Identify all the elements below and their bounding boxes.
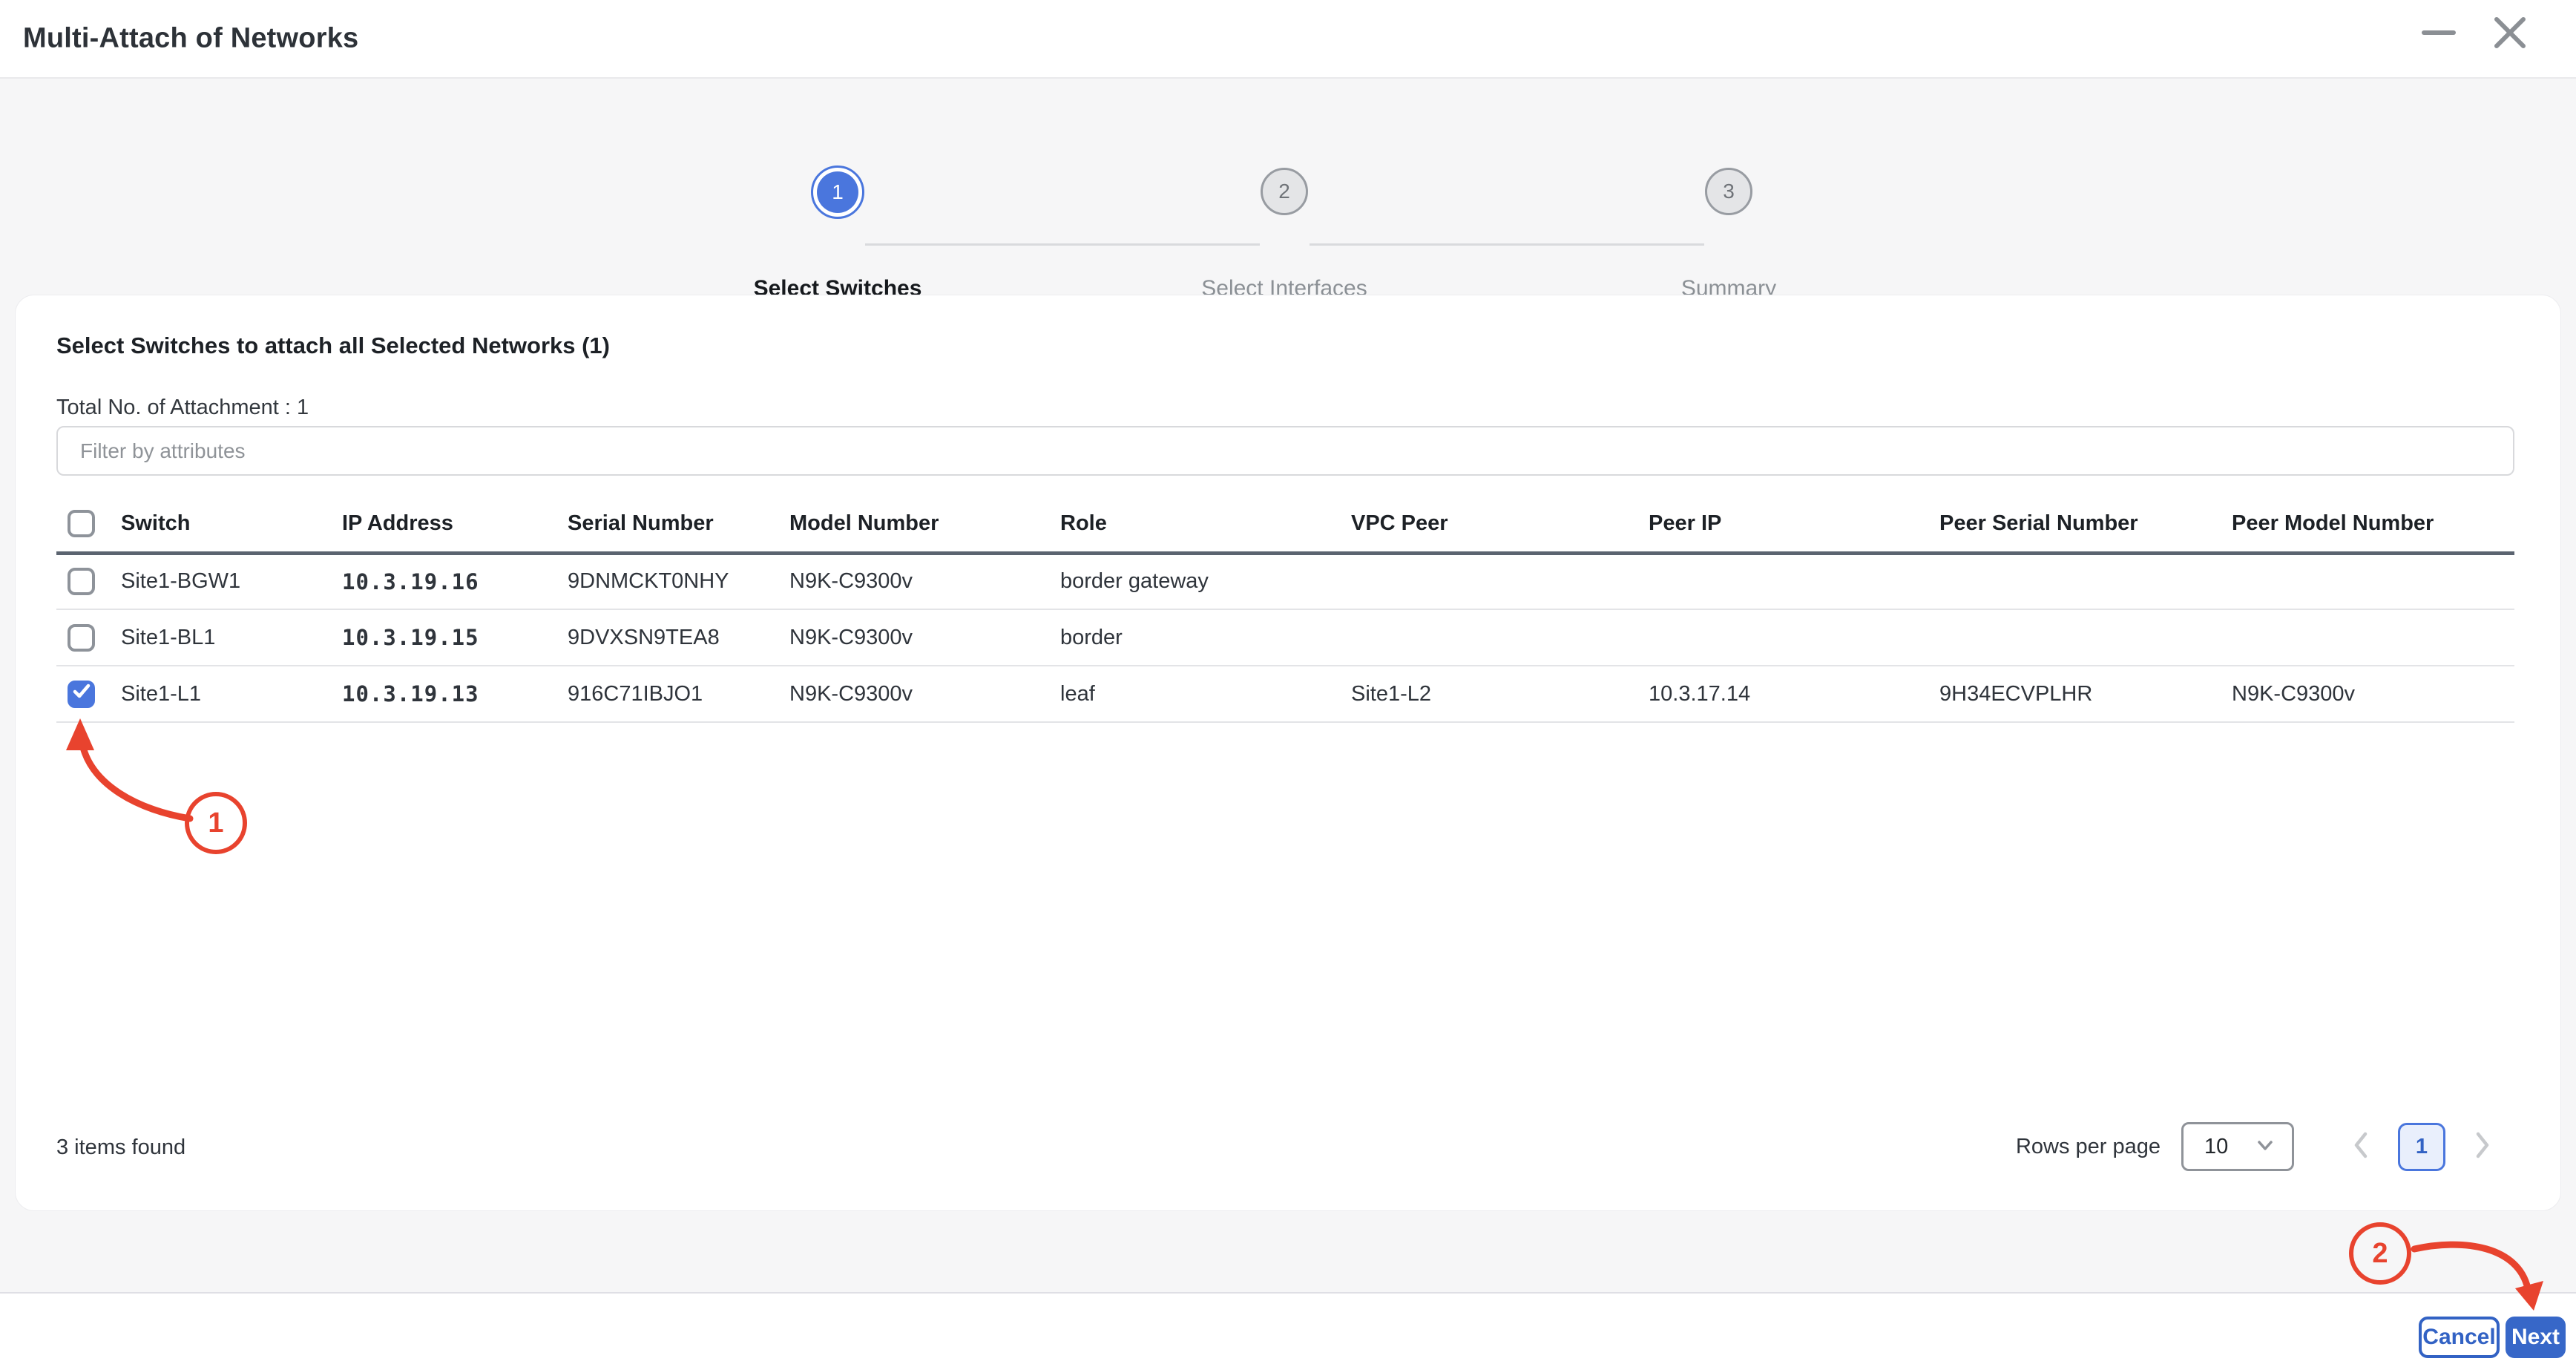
cell-switch: Site1-L1: [121, 666, 342, 722]
items-found-text: 3 items found: [56, 1135, 185, 1160]
cell-ip-address: 10.3.19.13: [342, 666, 568, 722]
chevron-down-icon: [2255, 1135, 2276, 1159]
col-peer-model-number: Peer Model Number: [2232, 496, 2514, 553]
row-checkbox[interactable]: [68, 624, 95, 652]
table-row-selected[interactable]: Site1-L1 10.3.19.13 916C71IBJO1 N9K-C930…: [56, 666, 2514, 722]
cell-model: N9K-C9300v: [789, 553, 1060, 609]
row-checkbox[interactable]: [68, 568, 95, 595]
previous-page-button[interactable]: [2346, 1128, 2376, 1165]
minimize-button[interactable]: [2415, 10, 2462, 58]
close-button[interactable]: [2486, 10, 2534, 58]
cell-role: border: [1060, 609, 1351, 666]
select-switches-panel: Select Switches to attach all Selected N…: [15, 295, 2561, 1211]
cell-peer-ip: [1649, 553, 1939, 609]
col-vpc-peer: VPC Peer: [1351, 496, 1649, 553]
rows-per-page-value: 10: [2204, 1135, 2228, 1159]
rows-per-page-label: Rows per page: [2016, 1135, 2161, 1159]
dialog-title: Multi-Attach of Networks: [23, 23, 358, 55]
multi-attach-dialog: Multi-Attach of Networks 1 Select Switch…: [0, 0, 2576, 1367]
minimize-icon: [2419, 13, 2458, 56]
callout-1-circle: 1: [185, 792, 247, 854]
cell-serial: 9DNMCKT0NHY: [568, 553, 789, 609]
col-ip-address: IP Address: [342, 496, 568, 553]
cell-peer-model: [2232, 553, 2514, 609]
cell-vpc-peer: [1351, 609, 1649, 666]
table-header-row: Switch IP Address Serial Number Model Nu…: [56, 496, 2514, 553]
cell-peer-serial: [1939, 553, 2232, 609]
switches-table: Switch IP Address Serial Number Model Nu…: [56, 496, 2514, 723]
col-role: Role: [1060, 496, 1351, 553]
dialog-action-bar: Cancel Next: [0, 1292, 2576, 1367]
cell-ip-address: 10.3.19.16: [342, 553, 568, 609]
chevron-right-icon: [2471, 1130, 2494, 1164]
total-attachments-text: Total No. of Attachment : 1: [56, 396, 309, 420]
cell-ip-address: 10.3.19.15: [342, 609, 568, 666]
next-page-button[interactable]: [2468, 1128, 2497, 1165]
panel-heading: Select Switches to attach all Selected N…: [56, 332, 610, 359]
cell-role: leaf: [1060, 666, 1351, 722]
col-model-number: Model Number: [789, 496, 1060, 553]
cell-vpc-peer: Site1-L2: [1351, 666, 1649, 722]
callout-2-circle: 2: [2349, 1222, 2411, 1285]
stepper-connector: [1310, 243, 1704, 246]
cell-serial: 916C71IBJO1: [568, 666, 789, 722]
table-row[interactable]: Site1-BL1 10.3.19.15 9DVXSN9TEA8 N9K-C93…: [56, 609, 2514, 666]
stepper-connector: [865, 243, 1260, 246]
dialog-titlebar: Multi-Attach of Networks: [0, 0, 2576, 79]
cell-peer-serial: [1939, 609, 2232, 666]
col-serial-number: Serial Number: [568, 496, 789, 553]
cell-peer-ip: 10.3.17.14: [1649, 666, 1939, 722]
check-icon: [72, 681, 91, 707]
row-checkbox-checked[interactable]: [68, 681, 95, 708]
pager: 1: [2346, 1123, 2497, 1171]
step-3-circle: 3: [1705, 168, 1752, 215]
step-2-circle: 2: [1261, 168, 1308, 215]
chevron-left-icon: [2350, 1130, 2372, 1164]
cell-peer-ip: [1649, 609, 1939, 666]
col-peer-serial-number: Peer Serial Number: [1939, 496, 2232, 553]
step-1-circle: 1: [811, 165, 864, 219]
step-1-number: 1: [817, 171, 858, 213]
page-1-button[interactable]: 1: [2398, 1123, 2445, 1171]
cell-peer-serial: 9H34ECVPLHR: [1939, 666, 2232, 722]
cell-role: border gateway: [1060, 553, 1351, 609]
col-switch: Switch: [121, 496, 342, 553]
rows-per-page-select[interactable]: 10: [2181, 1122, 2294, 1171]
cell-serial: 9DVXSN9TEA8: [568, 609, 789, 666]
col-peer-ip: Peer IP: [1649, 496, 1939, 553]
cell-switch: Site1-BL1: [121, 609, 342, 666]
table-row[interactable]: Site1-BGW1 10.3.19.16 9DNMCKT0NHY N9K-C9…: [56, 553, 2514, 609]
cancel-button[interactable]: Cancel: [2419, 1317, 2500, 1358]
wizard-stepper: 1 Select Switches 2 Select Interfaces 3 …: [0, 79, 2576, 295]
cell-model: N9K-C9300v: [789, 609, 1060, 666]
cell-switch: Site1-BGW1: [121, 553, 342, 609]
pagination-controls: Rows per page 10 1: [2016, 1121, 2497, 1173]
cell-peer-model: N9K-C9300v: [2232, 666, 2514, 722]
select-all-checkbox[interactable]: [68, 510, 95, 537]
cell-vpc-peer: [1351, 553, 1649, 609]
next-button[interactable]: Next: [2506, 1317, 2566, 1358]
cell-model: N9K-C9300v: [789, 666, 1060, 722]
close-icon: [2491, 13, 2529, 56]
cell-peer-model: [2232, 609, 2514, 666]
filter-input[interactable]: [56, 426, 2514, 476]
